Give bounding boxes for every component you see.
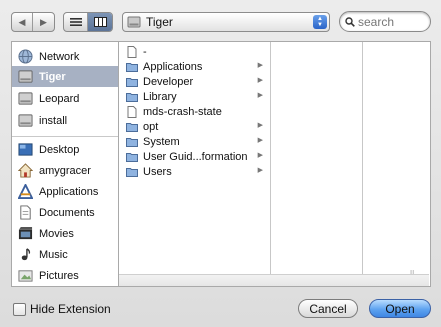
sidebar-item-label: amygracer	[39, 164, 91, 177]
document-icon	[127, 45, 137, 58]
list-item[interactable]: Library ▶	[119, 89, 271, 104]
list-item[interactable]: Applications ▶	[119, 59, 271, 74]
sidebar-item-network[interactable]: Network	[12, 46, 118, 67]
pictures-icon	[18, 270, 33, 282]
network-globe-icon	[18, 49, 33, 64]
location-label: Tiger	[146, 15, 173, 29]
disclosure-arrow-icon: ▶	[257, 92, 263, 99]
list-view-icon	[69, 18, 82, 26]
browser-column-3[interactable]	[363, 42, 429, 286]
desktop-icon	[18, 143, 33, 156]
horizontal-scrollbar[interactable]	[119, 274, 429, 286]
sidebar-item-label: install	[39, 114, 68, 127]
disclosure-arrow-icon: ▶	[257, 152, 263, 159]
back-forward-control: ◀ ▶	[11, 12, 55, 32]
sidebar-item-label: Music	[39, 248, 68, 261]
sidebar-item-label: Documents	[39, 206, 95, 219]
list-item[interactable]: Developer ▶	[119, 74, 271, 89]
sidebar-item-label: Network	[39, 50, 80, 63]
location-popup[interactable]: Tiger ▲ ▼	[122, 12, 330, 32]
sidebar-item-install[interactable]: install	[12, 110, 118, 131]
hard-drive-icon	[127, 16, 141, 28]
list-item[interactable]: -	[119, 44, 271, 59]
disclosure-arrow-icon: ▶	[257, 137, 263, 144]
search-input[interactable]	[358, 14, 428, 29]
disclosure-arrow-icon: ▶	[257, 77, 263, 84]
sidebar-item-leopard[interactable]: Leopard	[12, 88, 118, 109]
sidebar-item-desktop[interactable]: Desktop	[12, 139, 118, 160]
sidebar-item-music[interactable]: Music	[12, 244, 118, 265]
column-browser: - Applications ▶ Developer ▶ Library ▶ m…	[119, 41, 431, 287]
sidebar-item-label: Applications	[39, 185, 99, 198]
hide-extension-checkbox[interactable]	[13, 302, 26, 316]
toolbar: ◀ ▶ Tiger ▲ ▼	[0, 0, 441, 40]
column-view-button[interactable]	[88, 13, 112, 31]
sidebar-item-home[interactable]: amygracer	[12, 160, 118, 181]
sidebar-item-tiger[interactable]: Tiger	[12, 66, 118, 87]
column-view-icon	[93, 17, 107, 27]
applications-icon	[18, 184, 33, 199]
folder-icon	[126, 62, 138, 72]
folder-icon	[126, 122, 138, 132]
list-item[interactable]: User Guid...formation ▶	[119, 149, 271, 164]
disclosure-arrow-icon: ▶	[257, 62, 263, 69]
sidebar-item-movies[interactable]: Movies	[12, 223, 118, 244]
folder-icon	[126, 92, 138, 102]
sidebar-item-label: Desktop	[39, 143, 80, 156]
list-item[interactable]: System ▶	[119, 134, 271, 149]
list-item[interactable]: mds-crash-state	[119, 104, 271, 119]
document-icon	[127, 105, 137, 118]
hide-extension-option[interactable]: Hide Extension	[13, 302, 111, 316]
sidebar-divider	[12, 136, 118, 137]
back-button[interactable]: ◀	[12, 13, 34, 31]
home-icon	[18, 163, 33, 178]
music-icon	[21, 248, 31, 261]
open-button[interactable]: Open	[369, 299, 431, 318]
forward-button[interactable]: ▶	[33, 13, 54, 31]
back-arrow-icon: ◀	[18, 16, 26, 27]
folder-icon	[126, 152, 138, 162]
popup-arrows-icon: ▲ ▼	[313, 15, 327, 29]
search-field[interactable]	[339, 11, 431, 32]
hard-drive-icon	[18, 114, 33, 127]
sidebar-item-applications[interactable]: Applications	[12, 181, 118, 202]
disclosure-arrow-icon: ▶	[257, 122, 263, 129]
list-view-button[interactable]	[64, 13, 89, 31]
sidebar-item-documents[interactable]: Documents	[12, 202, 118, 223]
sidebar-item-pictures[interactable]: Pictures	[12, 265, 118, 286]
movies-icon	[18, 226, 33, 240]
sidebar-item-label: Tiger	[39, 70, 66, 83]
search-icon	[345, 16, 355, 27]
sidebar-item-label: Pictures	[39, 269, 79, 282]
disclosure-arrow-icon: ▶	[257, 167, 263, 174]
forward-arrow-icon: ▶	[40, 16, 47, 27]
view-mode-control	[63, 12, 113, 32]
list-item[interactable]: Users ▶	[119, 164, 271, 179]
list-item[interactable]: opt ▶	[119, 119, 271, 134]
hard-drive-icon	[18, 70, 33, 83]
sidebar-item-label: Leopard	[39, 92, 80, 105]
folder-icon	[126, 77, 138, 87]
browser-column-2[interactable]: ||	[271, 42, 414, 286]
folder-icon	[126, 137, 138, 147]
cancel-button[interactable]: Cancel	[298, 299, 358, 318]
folder-icon	[126, 167, 138, 177]
hard-drive-icon	[18, 92, 33, 105]
sidebar: Network Tiger Leopard install Desktop am…	[11, 41, 119, 287]
hide-extension-label: Hide Extension	[30, 302, 111, 316]
browser-column-1[interactable]: - Applications ▶ Developer ▶ Library ▶ m…	[119, 42, 271, 286]
documents-icon	[20, 205, 31, 220]
sidebar-item-label: Movies	[39, 227, 74, 240]
